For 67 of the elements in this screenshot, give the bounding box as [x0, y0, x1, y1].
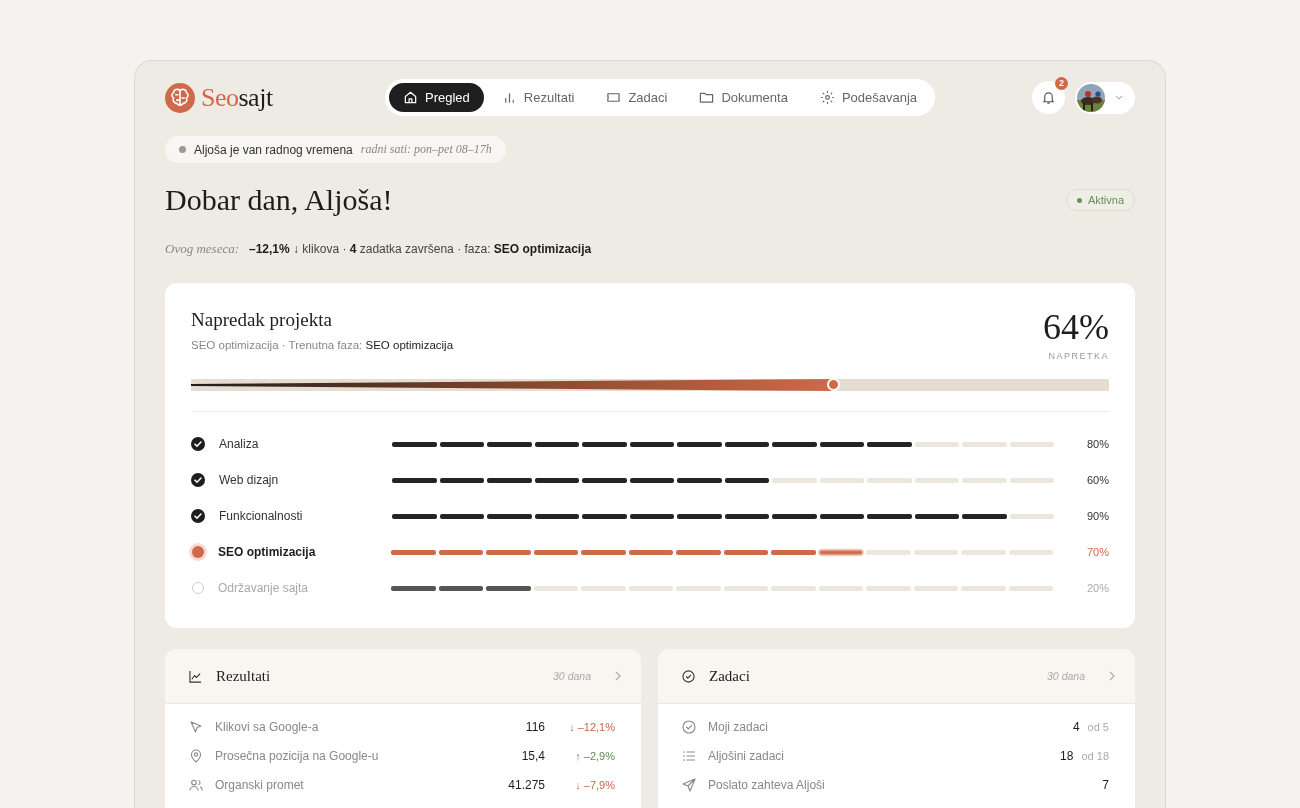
- home-icon: [403, 90, 418, 105]
- line-chart-icon: [189, 669, 202, 683]
- folder-icon: [699, 90, 715, 105]
- phase-percent: 20%: [1086, 582, 1109, 594]
- status-dot-icon: [179, 146, 186, 153]
- ticket-icon: [606, 90, 622, 105]
- notification-badge: 2: [1055, 77, 1068, 90]
- status-badge: Aktivna: [1065, 189, 1135, 211]
- check-circle-icon: [682, 719, 696, 734]
- card-title: Zadaci: [709, 667, 750, 685]
- nav-tab[interactable]: Rezultati: [487, 83, 589, 112]
- task-count: 4: [1072, 719, 1080, 734]
- working-hours: radni sati: pon–pet 08–17h: [360, 142, 492, 157]
- summary-text: –12,1% ↓ klikova · 4 zadatka završena · faza: SEO optimizacija: [249, 242, 592, 256]
- logo-text: Seosajt: [201, 82, 273, 113]
- metric-label: Klikovi sa Google-a: [215, 719, 320, 734]
- metric-label: Organski promet: [215, 777, 305, 792]
- greeting-heading: Dobar dan, Aljoša!: [165, 183, 393, 217]
- phase-label: Analiza: [219, 437, 260, 451]
- period-label: 30 dana: [553, 670, 591, 682]
- cursor-icon: [189, 719, 203, 734]
- task-total: od 5: [1087, 720, 1109, 733]
- check-circle-icon: [682, 669, 695, 683]
- card-title: Rezultati: [216, 667, 271, 685]
- card-subtitle: SEO optimizacija · Trenutna faza: SEO optimizacija: [191, 339, 454, 351]
- nav-tab[interactable]: Pregled: [389, 83, 484, 112]
- nav-tab[interactable]: Podešavanja: [805, 83, 932, 112]
- metric-change: ↓ –12,1%: [568, 720, 615, 733]
- card-title: Napredak projekta: [191, 309, 333, 331]
- chevron-right-icon[interactable]: [1109, 671, 1115, 681]
- phase-percent: 60%: [1086, 474, 1109, 486]
- send-icon: [682, 777, 696, 792]
- users-icon: [189, 777, 203, 792]
- summary-label: Ovog meseca:: [165, 241, 239, 257]
- settings-icon: [819, 90, 835, 105]
- brain-logo-icon: [165, 82, 195, 113]
- phase-label: Web dizajn: [219, 473, 280, 487]
- status-text: Aljoša je van radnog vremena: [194, 142, 353, 157]
- progress-caption: NAPRETKA: [1047, 351, 1109, 361]
- bell-icon: [1041, 90, 1056, 105]
- task-label: Moji zadaci: [708, 719, 770, 734]
- task-total: od 18: [1081, 749, 1109, 762]
- nav-tab[interactable]: Dokumenta: [685, 83, 802, 112]
- metric-change: ↑ –2,9%: [574, 749, 615, 762]
- task-count: 18: [1060, 748, 1074, 763]
- list-icon: [682, 748, 696, 763]
- phase-label: SEO optimizacija: [218, 545, 317, 559]
- task-label: Poslato zahteva Aljoši: [708, 777, 826, 792]
- metric-value: 15,4: [521, 748, 545, 763]
- phase-percent: 80%: [1086, 438, 1109, 450]
- progress-percent: 64%: [1043, 309, 1109, 345]
- metric-change: ↓ –7,9%: [574, 778, 615, 791]
- phase-label: Održavanje sajta: [218, 581, 310, 595]
- metric-value: 41.275: [508, 777, 545, 792]
- task-label: Aljošini zadaci: [708, 748, 786, 763]
- period-label: 30 dana: [1047, 670, 1085, 682]
- chevron-down-icon: [1115, 95, 1123, 100]
- task-count: 7: [1102, 777, 1109, 792]
- metric-label: Prosečna pozicija na Google-u: [215, 748, 380, 763]
- chevron-right-icon[interactable]: [615, 671, 621, 681]
- phase-label: Funkcionalnosti: [219, 509, 304, 523]
- user-menu-button[interactable]: [1075, 81, 1135, 114]
- phase-percent: 70%: [1086, 546, 1109, 558]
- nav-tab[interactable]: Zadaci: [592, 83, 682, 112]
- phase-percent: 90%: [1086, 510, 1109, 522]
- metric-value: 116: [525, 719, 545, 734]
- location-pin-icon: [189, 748, 203, 763]
